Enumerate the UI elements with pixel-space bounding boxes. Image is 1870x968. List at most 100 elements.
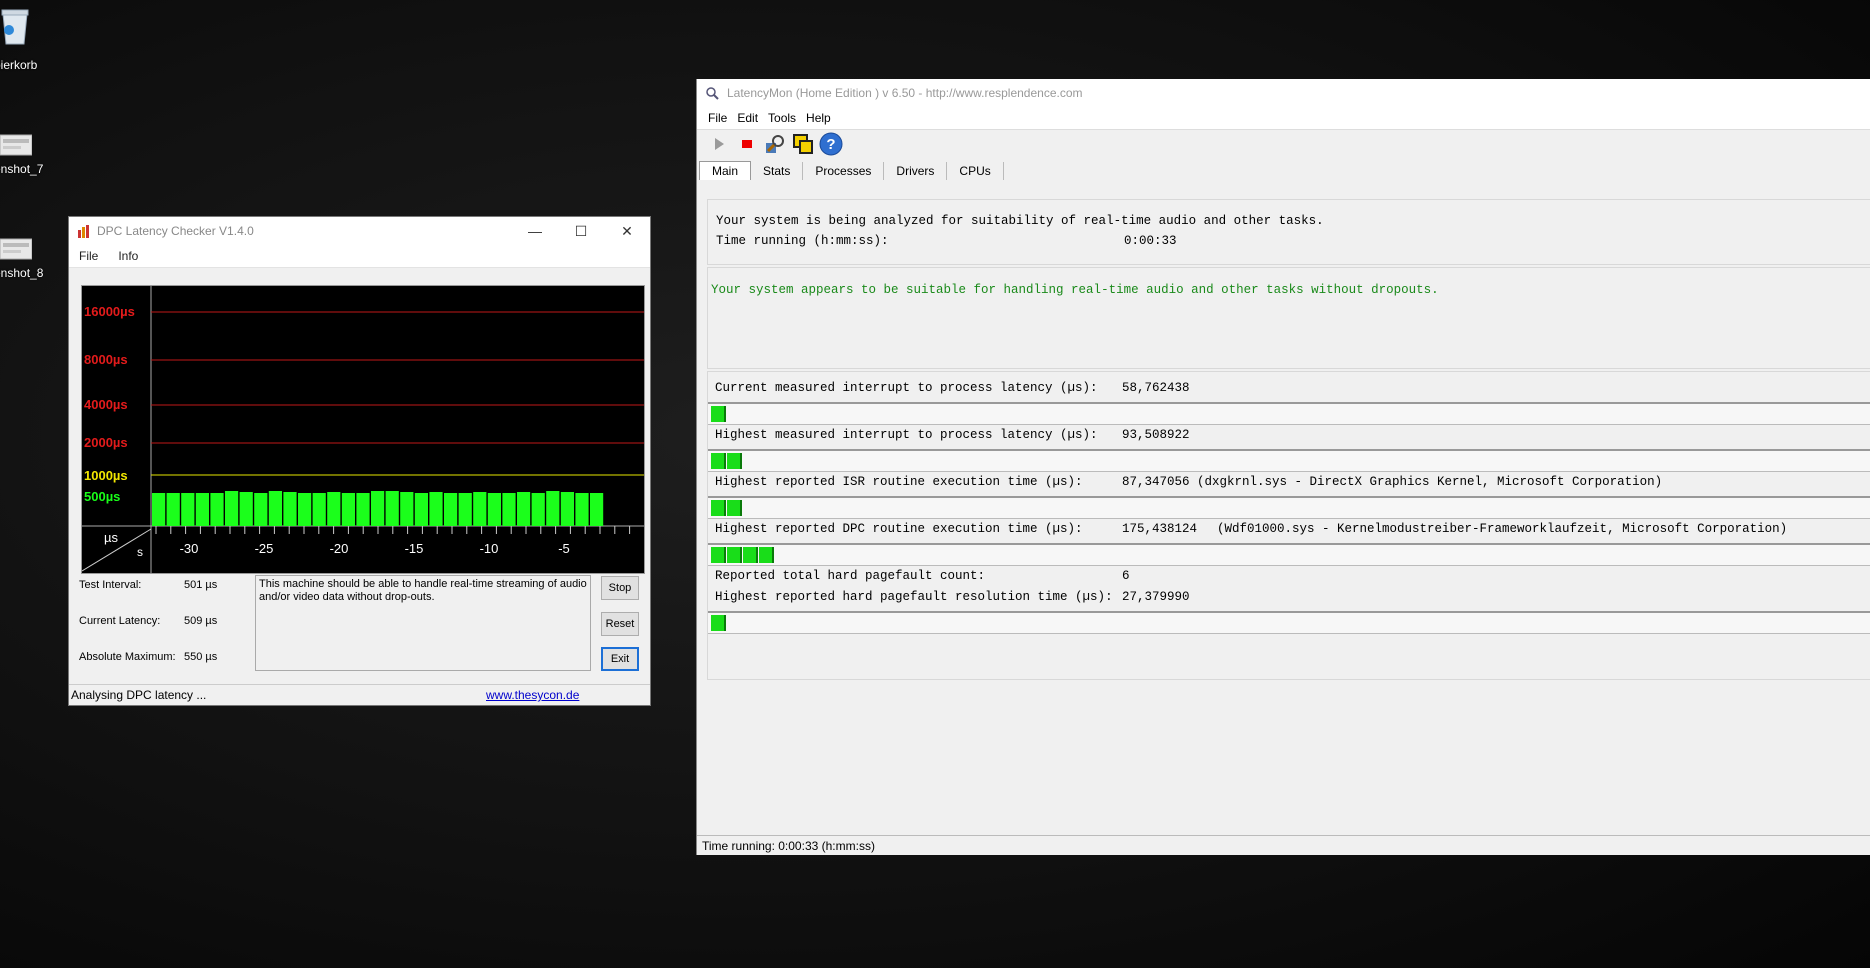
x-tick-label: -20 xyxy=(330,541,349,556)
verdict-panel: Your system appears to be suitable for h… xyxy=(707,267,1870,369)
y-tick-label: 1000µs xyxy=(84,468,128,483)
latency-bar xyxy=(517,492,531,526)
metrics-panel: Current measured interrupt to process la… xyxy=(707,371,1870,680)
app-icon xyxy=(705,86,719,100)
play-icon[interactable] xyxy=(707,132,731,156)
window-title: DPC Latency Checker V1.4.0 xyxy=(97,224,254,238)
menu-bar: File Edit Tools Help xyxy=(697,107,1870,130)
pagefault-time-label: Highest reported hard pagefault resoluti… xyxy=(715,590,1113,604)
isr-bar xyxy=(708,496,1870,519)
latency-bar xyxy=(560,492,574,526)
desktop-icon-label: enshot_8 xyxy=(0,266,44,280)
desktop-icon-label: pierkorb xyxy=(0,58,38,72)
tab-drivers[interactable]: Drivers xyxy=(884,162,948,180)
tab-bar: Main Stats Processes Drivers CPUs xyxy=(697,158,1870,180)
absolute-maximum-value: 550 µs xyxy=(184,651,218,663)
minimize-icon[interactable]: — xyxy=(512,217,558,245)
bar-block xyxy=(759,547,774,563)
help-icon[interactable]: ? xyxy=(819,132,843,156)
y-tick-label: 2000µs xyxy=(84,435,128,450)
metric-value: 175,438124 xyxy=(1122,522,1198,536)
pagefault-count-value: 6 xyxy=(1122,569,1130,583)
latency-bar xyxy=(487,493,501,526)
desktop-icon-screenshot-8[interactable]: enshot_8 xyxy=(0,236,60,286)
menu-help[interactable]: Help xyxy=(801,111,836,125)
y-tick-label: 16000µs xyxy=(84,304,135,319)
bar-block xyxy=(727,453,742,469)
latency-bar-current xyxy=(708,402,1870,425)
exit-button[interactable]: Exit xyxy=(601,647,639,671)
title-bar[interactable]: LatencyMon (Home Edition ) v 6.50 - http… xyxy=(697,79,1870,107)
menu-edit[interactable]: Edit xyxy=(732,111,763,125)
toolbar: ? xyxy=(697,130,1870,158)
tab-main[interactable]: Main xyxy=(699,161,752,180)
stop-icon[interactable] xyxy=(735,132,759,156)
metric-value: 93,508922 xyxy=(1122,428,1190,442)
status-bar: Time running: 0:00:33 (h:mm:ss) xyxy=(697,835,1870,855)
bar-block xyxy=(711,500,726,516)
bar-block xyxy=(711,615,726,631)
reset-button[interactable]: Reset xyxy=(601,612,639,636)
recycle-bin-icon xyxy=(0,6,30,49)
analysis-panel: Your system is being analyzed for suitab… xyxy=(707,199,1870,265)
x-tick-label: -25 xyxy=(255,541,274,556)
x-tick-label: -5 xyxy=(558,541,570,556)
thesycon-link[interactable]: www.thesycon.de xyxy=(486,688,579,702)
status-bar: Analysing DPC latency ... www.thesycon.d… xyxy=(69,684,650,705)
latency-bar xyxy=(371,491,385,526)
stop-button[interactable]: Stop xyxy=(601,576,639,600)
tab-stats[interactable]: Stats xyxy=(751,162,804,180)
analyze-icon[interactable] xyxy=(763,132,787,156)
file-icon xyxy=(0,236,33,265)
latency-bar xyxy=(385,491,399,526)
desktop-icon-screenshot-7[interactable]: enshot_7 xyxy=(0,132,60,182)
metric-label: Highest reported ISR routine execution t… xyxy=(715,475,1083,489)
corner-unit-s: s xyxy=(137,545,143,559)
latency-bar xyxy=(414,493,428,526)
y-tick-label: 500µs xyxy=(84,489,120,504)
latency-bar xyxy=(166,493,180,526)
status-text: Analysing DPC latency ... xyxy=(71,688,207,702)
latency-bar xyxy=(546,491,560,526)
menu-file[interactable]: File xyxy=(703,111,732,125)
menu-info[interactable]: Info xyxy=(108,249,148,263)
bar-block xyxy=(711,453,726,469)
result-message: This machine should be able to handle re… xyxy=(255,575,591,671)
latency-bar xyxy=(195,493,209,526)
current-latency-value: 509 µs xyxy=(184,615,218,627)
menu-bar: File Info xyxy=(69,245,650,268)
latency-bar xyxy=(254,493,268,526)
windows-icon[interactable] xyxy=(791,132,815,156)
maximize-icon[interactable]: ☐ xyxy=(558,217,604,245)
latency-bar xyxy=(152,493,166,526)
bar-block xyxy=(743,547,758,563)
tab-cpus[interactable]: CPUs xyxy=(947,162,1004,180)
desktop-icon-recycle-bin[interactable]: pierkorb xyxy=(0,6,60,76)
x-tick-label: -30 xyxy=(180,541,199,556)
metric-label: Highest reported DPC routine execution t… xyxy=(715,522,1083,536)
close-icon[interactable]: ✕ xyxy=(604,217,650,245)
bar-block xyxy=(711,406,726,422)
pagefault-count-label: Reported total hard pagefault count: xyxy=(715,569,986,583)
latency-bar xyxy=(341,493,355,526)
svg-text:?: ? xyxy=(826,136,835,153)
latency-bar xyxy=(239,492,253,526)
tab-processes[interactable]: Processes xyxy=(803,162,885,180)
menu-file[interactable]: File xyxy=(69,249,108,263)
latency-bar xyxy=(531,493,545,526)
latency-bar xyxy=(502,493,516,526)
analysis-line: Your system is being analyzed for suitab… xyxy=(716,214,1324,228)
absolute-maximum-label: Absolute Maximum: xyxy=(79,651,176,663)
latency-bar xyxy=(400,492,414,526)
title-bar[interactable]: DPC Latency Checker V1.4.0 — ☐ ✕ xyxy=(69,217,650,245)
latency-bar xyxy=(327,492,341,526)
pagefault-bar xyxy=(708,611,1870,634)
status-text: Time running: 0:00:33 (h:mm:ss) xyxy=(702,838,875,853)
latency-graph-svg: 16000µs 8000µs 4000µs 2000µs 1000µs 500µs µs s -… xyxy=(81,286,644,573)
latency-bar xyxy=(225,491,239,526)
latency-bar-highest xyxy=(708,449,1870,472)
dpc-bar xyxy=(708,543,1870,566)
metric-value: 58,762438 xyxy=(1122,381,1190,395)
latency-bar xyxy=(444,493,458,526)
menu-tools[interactable]: Tools xyxy=(763,111,801,125)
